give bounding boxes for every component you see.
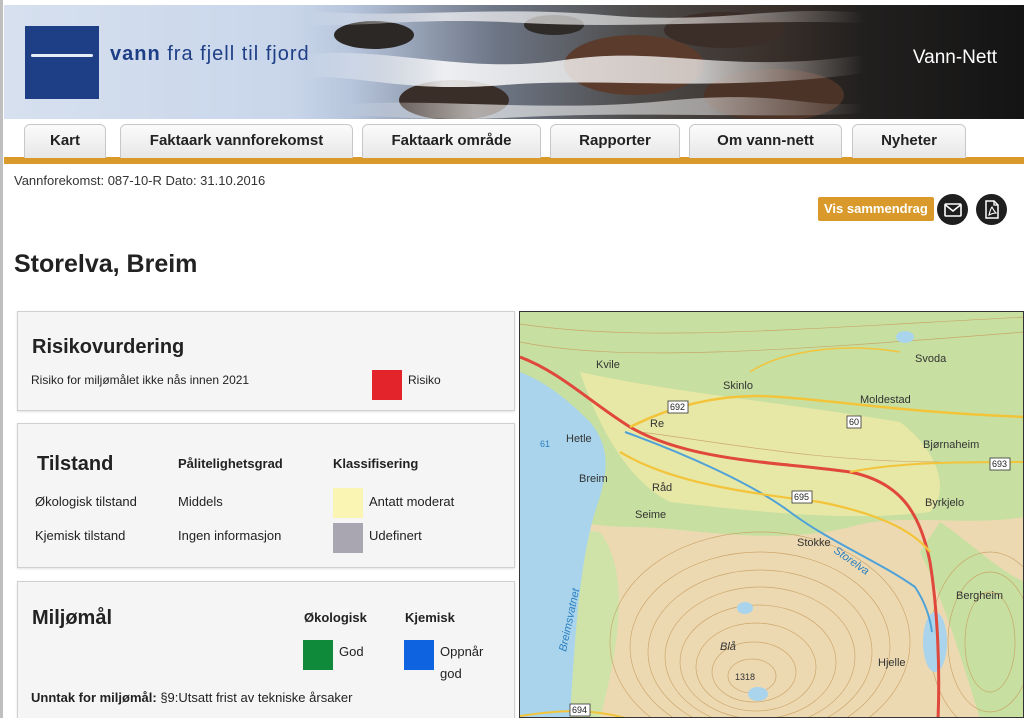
chemical-class: Udefinert: [369, 528, 422, 543]
place-label-byrkjelo: Byrkjelo: [925, 497, 964, 509]
ecological-class-swatch: [333, 488, 363, 518]
chemical-goal-value-line2: god: [440, 666, 462, 681]
ecological-goal-swatch: [303, 640, 333, 670]
chemical-goal-header: Kjemisk: [405, 610, 455, 625]
water-body-meta: Vannforekomst: 087-10-R Dato: 31.10.2016: [14, 173, 266, 188]
road-shield-692: 692: [667, 400, 689, 414]
map-canvas[interactable]: 692 60 693 695 694 Kvile Skinlo Svoda Mo…: [520, 312, 1024, 718]
ecological-goal-header: Økologisk: [304, 610, 367, 625]
road-shield-694: 694: [569, 703, 591, 717]
page-left-border: [0, 0, 3, 718]
tab-nyheter[interactable]: Nyheter: [852, 124, 966, 158]
main-tabs: Kart Faktaark vannforekomst Faktaark omr…: [4, 119, 1024, 164]
elevation-label-1318: 1318: [735, 672, 755, 682]
chemical-reliability: Ingen informasjon: [178, 528, 282, 543]
site-tagline: vann fra fjell til fjord: [110, 43, 310, 66]
tab-om-vann-nett[interactable]: Om vann-nett: [689, 124, 842, 158]
tab-kart[interactable]: Kart: [24, 124, 106, 158]
envelope-icon: [943, 202, 962, 217]
road-number-60: 60: [849, 417, 859, 427]
chemical-condition-label: Kjemisk tilstand: [35, 528, 126, 543]
road-shield-60: 60: [846, 415, 862, 429]
place-label-moldestad: Moldestad: [860, 394, 911, 406]
risk-status: Risiko: [408, 373, 441, 387]
place-label-rad: Råd: [652, 482, 672, 494]
waterfall-image: [304, 10, 864, 119]
tab-faktaark-vannforekomst[interactable]: Faktaark vannforekomst: [120, 124, 353, 158]
place-label-svoda: Svoda: [915, 353, 947, 365]
place-label-seime: Seime: [635, 509, 666, 521]
map-small-lake-1: [737, 602, 753, 614]
ecological-condition-label: Økologisk tilstand: [35, 494, 137, 509]
risk-panel: Risikovurdering Risiko for miljømålet ik…: [17, 311, 515, 411]
goals-heading: Miljømål: [32, 607, 113, 629]
chemical-goal-swatch: [404, 640, 434, 670]
header-banner: vann fra fjell til fjord Vann-Nett: [4, 5, 1024, 119]
place-label-hjelle: Hjelle: [878, 657, 906, 669]
place-label-hetle: Hetle: [566, 433, 592, 445]
tagline-rest: fra fjell til fjord: [167, 43, 310, 65]
chemical-class-swatch: [333, 523, 363, 553]
condition-heading: Tilstand: [37, 453, 114, 475]
tab-faktaark-omrade[interactable]: Faktaark område: [362, 124, 541, 158]
risk-heading: Risikovurdering: [32, 336, 185, 358]
road-number-695: 695: [794, 492, 809, 502]
condition-panel: Tilstand Pålitelighetsgrad Klassifiserin…: [17, 423, 515, 568]
logo-wave: [31, 54, 93, 57]
exception-value: §9:Utsatt frist av tekniske årsaker: [160, 690, 353, 705]
email-button[interactable]: [937, 194, 968, 225]
place-label-stokke: Stokke: [797, 537, 831, 549]
risk-description: Risiko for miljømålet ikke nås innen 202…: [31, 373, 250, 387]
place-label-re: Re: [650, 418, 664, 430]
chemical-goal-value-line1: Oppnår: [440, 644, 484, 659]
site-name: Vann-Nett: [912, 47, 997, 68]
reliability-column-header: Pålitelighetsgrad: [178, 456, 283, 471]
goal-exception: Unntak for miljømål: §9:Utsatt frist av …: [31, 690, 353, 705]
risk-swatch: [372, 370, 402, 400]
place-label-skinlo: Skinlo: [723, 380, 753, 392]
pdf-button[interactable]: [976, 194, 1007, 225]
ecological-class: Antatt moderat: [369, 494, 455, 509]
place-label-bjornaheim: Bjørnaheim: [923, 439, 979, 451]
road-number-694: 694: [572, 705, 587, 715]
ecological-reliability: Middels: [178, 494, 223, 509]
exception-label: Unntak for miljømål:: [31, 690, 157, 705]
place-label-bergheim: Bergheim: [956, 590, 1003, 602]
place-label-kvile: Kvile: [596, 359, 620, 371]
show-summary-button[interactable]: Vis sammendrag: [818, 197, 934, 221]
place-label-bla: Blå: [720, 641, 736, 653]
map-small-lake-2: [748, 687, 768, 701]
topographic-map[interactable]: 692 60 693 695 694 Kvile Skinlo Svoda Mo…: [519, 311, 1024, 718]
road-number-693: 693: [992, 459, 1007, 469]
ecological-goal-value: God: [339, 644, 364, 659]
road-number-692: 692: [670, 402, 685, 412]
tagline-word-vann: vann: [110, 43, 161, 65]
map-lake-hjelle: [923, 612, 947, 672]
map-small-lake-3: [896, 331, 914, 343]
road-shield-695: 695: [791, 490, 813, 504]
pdf-icon: [984, 200, 999, 219]
classification-column-header: Klassifisering: [333, 456, 419, 471]
elevation-label-61: 61: [540, 439, 550, 449]
environmental-goals-panel: Miljømål Økologisk Kjemisk God Oppnår go…: [17, 581, 515, 718]
tab-underline-bar: [4, 157, 1024, 164]
road-shield-693: 693: [989, 457, 1011, 471]
tab-rapporter[interactable]: Rapporter: [550, 124, 680, 158]
place-label-breim: Breim: [579, 473, 608, 485]
page-title: Storelva, Breim: [14, 250, 198, 278]
site-logo[interactable]: [25, 26, 99, 99]
